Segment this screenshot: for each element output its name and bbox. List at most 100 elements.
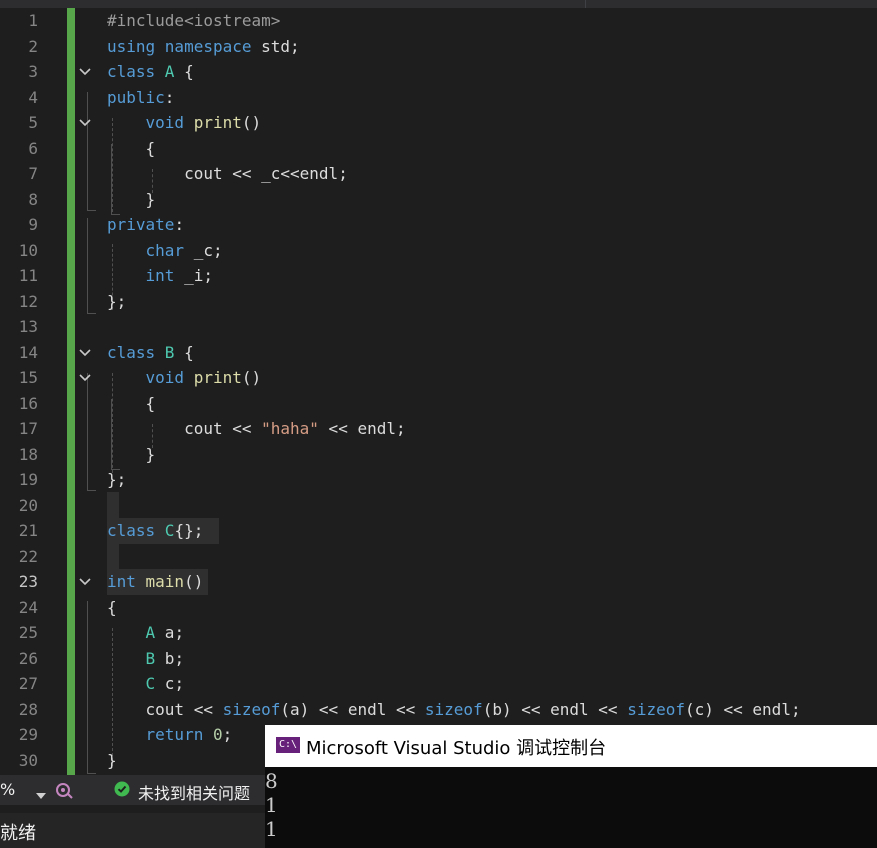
- code-token: main: [145, 572, 185, 591]
- code-token: {: [107, 597, 117, 617]
- code-token: }: [107, 444, 156, 464]
- outline-bracket: [87, 218, 96, 314]
- code-token: cout <<: [107, 699, 223, 719]
- code-token: c;: [155, 674, 185, 693]
- line-number: 14: [18, 342, 38, 362]
- code-token: };: [107, 470, 127, 489]
- line-number: 23: [18, 572, 38, 591]
- outline-bracket: [87, 601, 96, 774]
- ready-status: 就绪: [0, 823, 36, 844]
- code-line[interactable]: }: [107, 748, 117, 774]
- intellicode-icon[interactable]: [54, 780, 74, 804]
- line-number: 30: [18, 750, 38, 770]
- code-token: cout << _c<<endl;: [107, 164, 348, 183]
- line-number: 6: [28, 138, 38, 158]
- code-line[interactable]: return 0;: [107, 722, 233, 748]
- code-token: }: [107, 189, 156, 209]
- line-number: 20: [18, 495, 38, 515]
- code-line[interactable]: B b;: [107, 646, 185, 672]
- fold-chevron-icon[interactable]: [78, 116, 92, 130]
- code-token: _c;: [193, 240, 223, 260]
- issues-status[interactable]: 未找到相关问题: [138, 780, 250, 804]
- fold-chevron-icon[interactable]: [78, 346, 92, 360]
- code-line[interactable]: {: [107, 136, 156, 162]
- code-editor[interactable]: 1 #include<iostream> 2 using namespace std;…: [0, 8, 877, 775]
- code-line[interactable]: cout << sizeof(a) << endl << sizeof(b) <…: [107, 697, 801, 723]
- line-number: 28: [18, 699, 38, 719]
- code-token: 0: [212, 725, 223, 744]
- code-token: }: [107, 750, 117, 770]
- code-line[interactable]: void print(): [107, 110, 262, 136]
- code-line[interactable]: A a;: [107, 620, 185, 646]
- code-line[interactable]: using namespace std;: [107, 34, 300, 60]
- console-output: 8 1 1: [265, 769, 278, 841]
- line-number: 1: [28, 11, 38, 30]
- fold-chevron-icon[interactable]: [78, 575, 92, 589]
- code-line[interactable]: {: [107, 595, 117, 621]
- line-number: 13: [18, 317, 38, 336]
- fold-chevron-icon[interactable]: [78, 65, 92, 79]
- code-line[interactable]: };: [107, 467, 126, 493]
- code-line[interactable]: int _i;: [107, 263, 213, 289]
- code-line[interactable]: void print(): [107, 365, 262, 391]
- code-token: (c) << endl;: [684, 699, 801, 719]
- line-number: 25: [18, 623, 38, 642]
- highlight-block: [107, 492, 119, 518]
- code-line[interactable]: char _c;: [107, 238, 223, 264]
- zoom-level[interactable]: %: [0, 780, 15, 799]
- code-token: {: [174, 62, 194, 81]
- code-token: print: [193, 113, 242, 132]
- code-line[interactable]: }: [107, 442, 156, 468]
- code-token: public: [107, 87, 165, 107]
- fold-chevron-icon[interactable]: [78, 371, 92, 385]
- code-line[interactable]: public:: [107, 85, 174, 111]
- debug-console-window[interactable]: C:\ Microsoft Visual Studio 调试控制台 8 1 1: [265, 725, 877, 848]
- code-line[interactable]: class C{};: [107, 518, 203, 544]
- code-token: using: [107, 36, 165, 56]
- check-circle-icon: [114, 781, 130, 801]
- code-token: b;: [155, 648, 185, 668]
- code-line[interactable]: cout << _c<<endl;: [107, 161, 348, 187]
- code-token: namespace: [164, 36, 262, 56]
- code-line[interactable]: cout << "haha" << endl;: [107, 416, 406, 442]
- code-token: class: [107, 342, 165, 362]
- console-title-bar[interactable]: C:\ Microsoft Visual Studio 调试控制台: [265, 725, 877, 767]
- line-number: 12: [18, 291, 38, 311]
- line-number: 27: [18, 674, 38, 693]
- code-token: {: [107, 393, 156, 413]
- code-token: int: [145, 266, 185, 285]
- line-number: 21: [18, 521, 38, 540]
- code-token: (a) << endl <<: [280, 699, 425, 719]
- chevron-down-icon[interactable]: [36, 784, 46, 803]
- code-line[interactable]: private:: [107, 212, 184, 238]
- code-token: void: [145, 113, 194, 132]
- code-line[interactable]: class A {: [107, 59, 194, 85]
- code-token: {: [174, 342, 194, 362]
- code-line[interactable]: C c;: [107, 671, 185, 697]
- code-token: << endl;: [318, 419, 406, 438]
- code-token: B: [145, 648, 156, 668]
- code-token: :: [174, 215, 185, 234]
- code-token: C: [145, 674, 156, 693]
- code-token: (b) << endl <<: [482, 699, 628, 719]
- line-number: 5: [28, 113, 38, 132]
- code-token: sizeof: [424, 699, 483, 719]
- code-line[interactable]: #include<iostream>: [107, 8, 280, 34]
- console-output-line: 8: [265, 769, 278, 793]
- code-line[interactable]: class B {: [107, 340, 194, 366]
- line-number: 7: [28, 164, 38, 183]
- code-token: C: [164, 521, 175, 540]
- code-line[interactable]: int main(): [107, 569, 203, 595]
- editor-status-bar: % 未找到相关问题: [0, 775, 265, 805]
- line-number: 9: [28, 215, 38, 234]
- code-line[interactable]: };: [107, 289, 126, 315]
- code-token: };: [107, 291, 127, 311]
- console-app-icon: C:\: [276, 737, 300, 753]
- change-indicator-bar: [67, 8, 75, 775]
- code-line[interactable]: {: [107, 391, 156, 417]
- code-line[interactable]: }: [107, 187, 156, 213]
- code-token: :: [164, 87, 175, 107]
